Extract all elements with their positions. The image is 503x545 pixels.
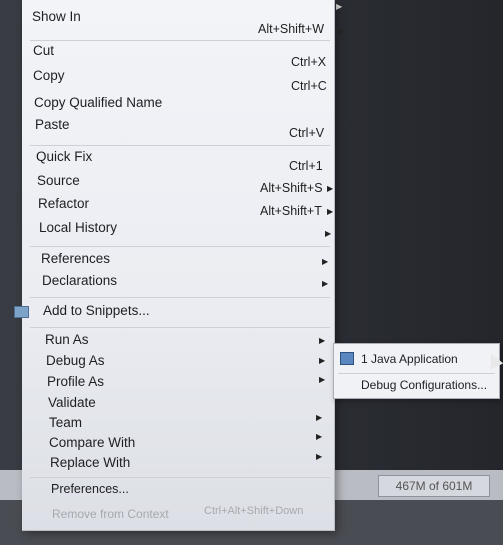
menu-item-add-to-snippets[interactable]: Add to Snippets...: [14, 303, 334, 325]
chevron-right-icon: ▶: [327, 207, 334, 216]
menu-item-preferences[interactable]: Preferences...: [22, 482, 334, 504]
menu-item-source[interactable]: Source Alt+Shift+S ▶: [22, 173, 334, 195]
chevron-right-icon: ▶: [322, 279, 329, 288]
chevron-right-icon: ▶: [338, 27, 345, 36]
menu-item-remove-from-context[interactable]: Remove from Context Ctrl+Alt+Shift+Down: [22, 505, 334, 527]
chevron-right-icon: ▶: [316, 452, 323, 461]
menu-item-compare-with[interactable]: Compare With ▶: [22, 432, 334, 457]
submenu-item-debug-configurations[interactable]: Debug Configurations...: [334, 377, 499, 395]
chevron-right-icon: ▶: [319, 336, 326, 345]
debug-as-submenu: 1 Java Application Debug Configurations.…: [333, 343, 500, 399]
chevron-right-icon: ▶: [316, 413, 323, 422]
menu-item-cut[interactable]: Cut Ctrl+X: [22, 43, 334, 69]
heap-status[interactable]: 467M of 601M: [378, 475, 490, 497]
menu-item-validate[interactable]: Validate: [22, 395, 334, 417]
menu-item-copy-qualified-name[interactable]: Copy Qualified Name: [22, 95, 334, 117]
chevron-right-icon: ▶: [319, 356, 326, 365]
chevron-right-icon: ▶: [319, 375, 326, 384]
chevron-right-icon: ▶: [336, 2, 343, 11]
menu-item-local-history[interactable]: Local History ▶: [22, 220, 334, 242]
separator: [338, 373, 495, 374]
context-menu: Show In Alt+Shift+W ▶ Cut Ctrl+X Copy Ct…: [14, 0, 344, 531]
chevron-right-icon: ▶: [322, 257, 329, 266]
chevron-right-icon: ▶: [316, 432, 323, 441]
menu-item-quick-fix[interactable]: Quick Fix Ctrl+1: [22, 149, 334, 173]
menu-item-show-in[interactable]: Show In Alt+Shift+W ▶: [22, 9, 344, 39]
separator: [30, 327, 330, 328]
menu-item-replace-with[interactable]: Replace With ▶: [22, 452, 334, 477]
chevron-right-icon: ▶: [325, 229, 332, 238]
menu-item-copy[interactable]: Copy Ctrl+C: [22, 68, 334, 93]
separator: [30, 297, 330, 298]
menu-item-profile-as[interactable]: Profile As ▶: [22, 374, 334, 396]
menu-item-declarations[interactable]: Declarations ▶: [22, 273, 334, 295]
separator: [30, 477, 330, 478]
menu-item-team[interactable]: Team ▶: [22, 413, 334, 437]
menu-item-paste[interactable]: Paste Ctrl+V: [22, 117, 334, 141]
chevron-right-icon: ▶: [327, 184, 334, 193]
snippets-icon: [14, 306, 29, 318]
separator: [30, 246, 330, 247]
submenu-item-java-application[interactable]: 1 Java Application: [334, 350, 499, 370]
java-application-icon: [340, 352, 354, 365]
menu-item-run-as[interactable]: Run As ▶: [22, 332, 334, 354]
menu-item-refactor[interactable]: Refactor Alt+Shift+T ▶: [22, 196, 334, 218]
separator: [30, 40, 330, 41]
menu-item-references[interactable]: References ▶: [22, 251, 334, 273]
separator: [30, 145, 330, 146]
menu-item-debug-as[interactable]: Debug As ▶: [22, 353, 334, 375]
